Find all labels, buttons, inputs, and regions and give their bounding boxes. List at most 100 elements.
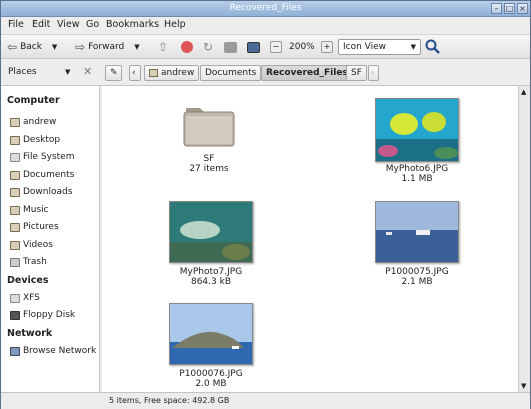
- sidebar-item-label: Floppy Disk: [23, 310, 76, 320]
- vertical-scrollbar[interactable]: ▲ ▼: [518, 86, 530, 392]
- sidebar-item-label: Downloads: [23, 187, 73, 197]
- title-bar[interactable]: Recovered_Files – □ ×: [1, 1, 530, 17]
- zoom-out-icon: −: [270, 41, 282, 53]
- crumb-documents[interactable]: Documents: [200, 65, 262, 81]
- forward-history-arrow-icon[interactable]: ▼: [134, 43, 139, 51]
- search-icon: [425, 39, 440, 54]
- window-title: Recovered_Files: [229, 3, 302, 13]
- crumb-andrew[interactable]: andrew: [144, 65, 200, 81]
- maximize-button[interactable]: □: [504, 3, 515, 14]
- home-folder-icon: [10, 117, 20, 127]
- toolbar: ⇦ Back ▼ ⇨ Forward ▼ ⇧ ↻ − 200% + Icon V…: [1, 34, 530, 59]
- crumb-scroll-left-button[interactable]: ‹: [129, 65, 141, 81]
- zoom-level: 200%: [289, 42, 315, 52]
- sidebar-item-trash[interactable]: Trash: [10, 255, 47, 269]
- forward-label: Forward: [88, 42, 125, 52]
- file-manager-window: Recovered_Files – □ × File Edit View Go …: [0, 0, 531, 409]
- computer-section-header: Computer: [7, 95, 60, 106]
- home-button[interactable]: [224, 39, 237, 55]
- sidebar-item-pictures[interactable]: Pictures: [10, 220, 59, 234]
- scroll-up-arrow-icon[interactable]: ▲: [521, 88, 526, 96]
- scroll-down-arrow-icon[interactable]: ▼: [521, 382, 526, 390]
- sidebar-item-label: Desktop: [23, 135, 61, 145]
- minimize-button[interactable]: –: [491, 3, 502, 14]
- network-section-header: Network: [7, 328, 53, 339]
- menu-help[interactable]: Help: [164, 19, 186, 30]
- close-button[interactable]: ×: [517, 3, 528, 14]
- edit-location-button[interactable]: ✎: [105, 65, 122, 81]
- photo-thumbnail-icon: [169, 303, 253, 365]
- crumb-recovered-files[interactable]: Recovered_Files: [261, 65, 353, 81]
- sidebar-item-browse-network[interactable]: Browse Network: [10, 344, 96, 358]
- sidebar-item-label: XFS: [23, 293, 40, 303]
- up-button[interactable]: ⇧: [158, 39, 168, 55]
- menu-bookmarks[interactable]: Bookmarks: [106, 19, 159, 30]
- forward-button[interactable]: ⇨ Forward ▼: [75, 39, 140, 55]
- status-bar: 5 items, Free space: 492.8 GB: [1, 392, 530, 409]
- zoom-in-button[interactable]: +: [321, 39, 333, 55]
- crumb-label: andrew: [161, 68, 195, 78]
- sidebar-item-xfs[interactable]: XFS: [10, 291, 40, 305]
- sidebar-item-videos[interactable]: Videos: [10, 238, 53, 252]
- file-info: 1.1 MB: [401, 174, 433, 184]
- menu-view[interactable]: View: [57, 19, 80, 30]
- menu-file[interactable]: File: [8, 19, 24, 30]
- view-mode-select[interactable]: Icon View ▼: [338, 39, 421, 55]
- file-item-image[interactable]: P1000076.JPG 2.0 MB: [156, 303, 266, 389]
- sidebar-item-floppy-disk[interactable]: Floppy Disk: [10, 308, 75, 322]
- downloads-folder-icon: [10, 187, 20, 197]
- zoom-in-icon: +: [321, 41, 333, 53]
- file-item-folder[interactable]: SF 27 items: [154, 102, 264, 174]
- sidebar-item-label: Videos: [23, 240, 53, 250]
- documents-folder-icon: [10, 170, 20, 180]
- sidebar-item-label: File System: [23, 152, 75, 162]
- file-info: 864.3 kB: [190, 277, 231, 287]
- crumb-sf[interactable]: SF: [346, 65, 367, 81]
- back-label: Back: [20, 42, 42, 52]
- sidebar-item-label: Browse Network: [23, 346, 97, 356]
- file-item-image[interactable]: MyPhoto7.JPG 864.3 kB: [156, 201, 266, 287]
- file-name: P1000075.JPG: [385, 267, 449, 277]
- crumb-scroll-right-button[interactable]: ›: [368, 65, 379, 81]
- places-label: Places: [8, 67, 37, 77]
- computer-button[interactable]: [247, 39, 260, 55]
- file-view[interactable]: SF 27 items MyPhoto6.JPG 1.1 MB MyPhoto7…: [102, 86, 518, 392]
- sidebar-item-label: Trash: [23, 257, 47, 267]
- pictures-folder-icon: [10, 222, 20, 232]
- search-button[interactable]: [425, 39, 441, 55]
- trash-icon: [10, 257, 20, 267]
- status-text: 5 items, Free space: 492.8 GB: [109, 396, 230, 405]
- stop-button[interactable]: [181, 39, 193, 55]
- sidebar-item-desktop[interactable]: Desktop: [10, 133, 60, 147]
- crumb-label: SF: [351, 68, 362, 78]
- file-item-image[interactable]: P1000075.JPG 2.1 MB: [362, 201, 472, 287]
- menu-edit[interactable]: Edit: [32, 19, 50, 30]
- back-history-arrow-icon[interactable]: ▼: [52, 43, 57, 51]
- videos-folder-icon: [10, 240, 20, 250]
- sidebar-item-documents[interactable]: Documents: [10, 168, 74, 182]
- sidebar-item-file-system[interactable]: File System: [10, 150, 74, 164]
- sidebar-item-downloads[interactable]: Downloads: [10, 185, 72, 199]
- zoom-out-button[interactable]: −: [270, 39, 282, 55]
- close-sidebar-icon[interactable]: ✕: [83, 65, 92, 78]
- network-icon: [10, 346, 20, 356]
- chevron-right-icon: ›: [371, 68, 375, 78]
- menu-go[interactable]: Go: [86, 19, 99, 30]
- chevron-left-icon: ‹: [132, 68, 136, 78]
- folder-icon: [149, 69, 158, 77]
- file-info: 2.0 MB: [195, 379, 227, 389]
- folder-icon: [183, 108, 235, 147]
- drive-icon: [10, 152, 20, 162]
- home-icon: [224, 41, 237, 53]
- reload-button[interactable]: ↻: [203, 39, 213, 55]
- sidebar-item-label: Pictures: [23, 222, 59, 232]
- places-dropdown-arrow-icon[interactable]: ▼: [65, 68, 70, 76]
- photo-thumbnail-icon: [375, 201, 459, 263]
- sidebar-item-label: Documents: [23, 170, 75, 180]
- back-button[interactable]: ⇦ Back ▼: [7, 39, 57, 55]
- stop-icon: [181, 41, 193, 53]
- sidebar-item-andrew[interactable]: andrew: [10, 115, 56, 129]
- crumb-label: Recovered_Files: [266, 68, 348, 78]
- sidebar-item-music[interactable]: Music: [10, 203, 49, 217]
- file-item-image[interactable]: MyPhoto6.JPG 1.1 MB: [362, 98, 472, 184]
